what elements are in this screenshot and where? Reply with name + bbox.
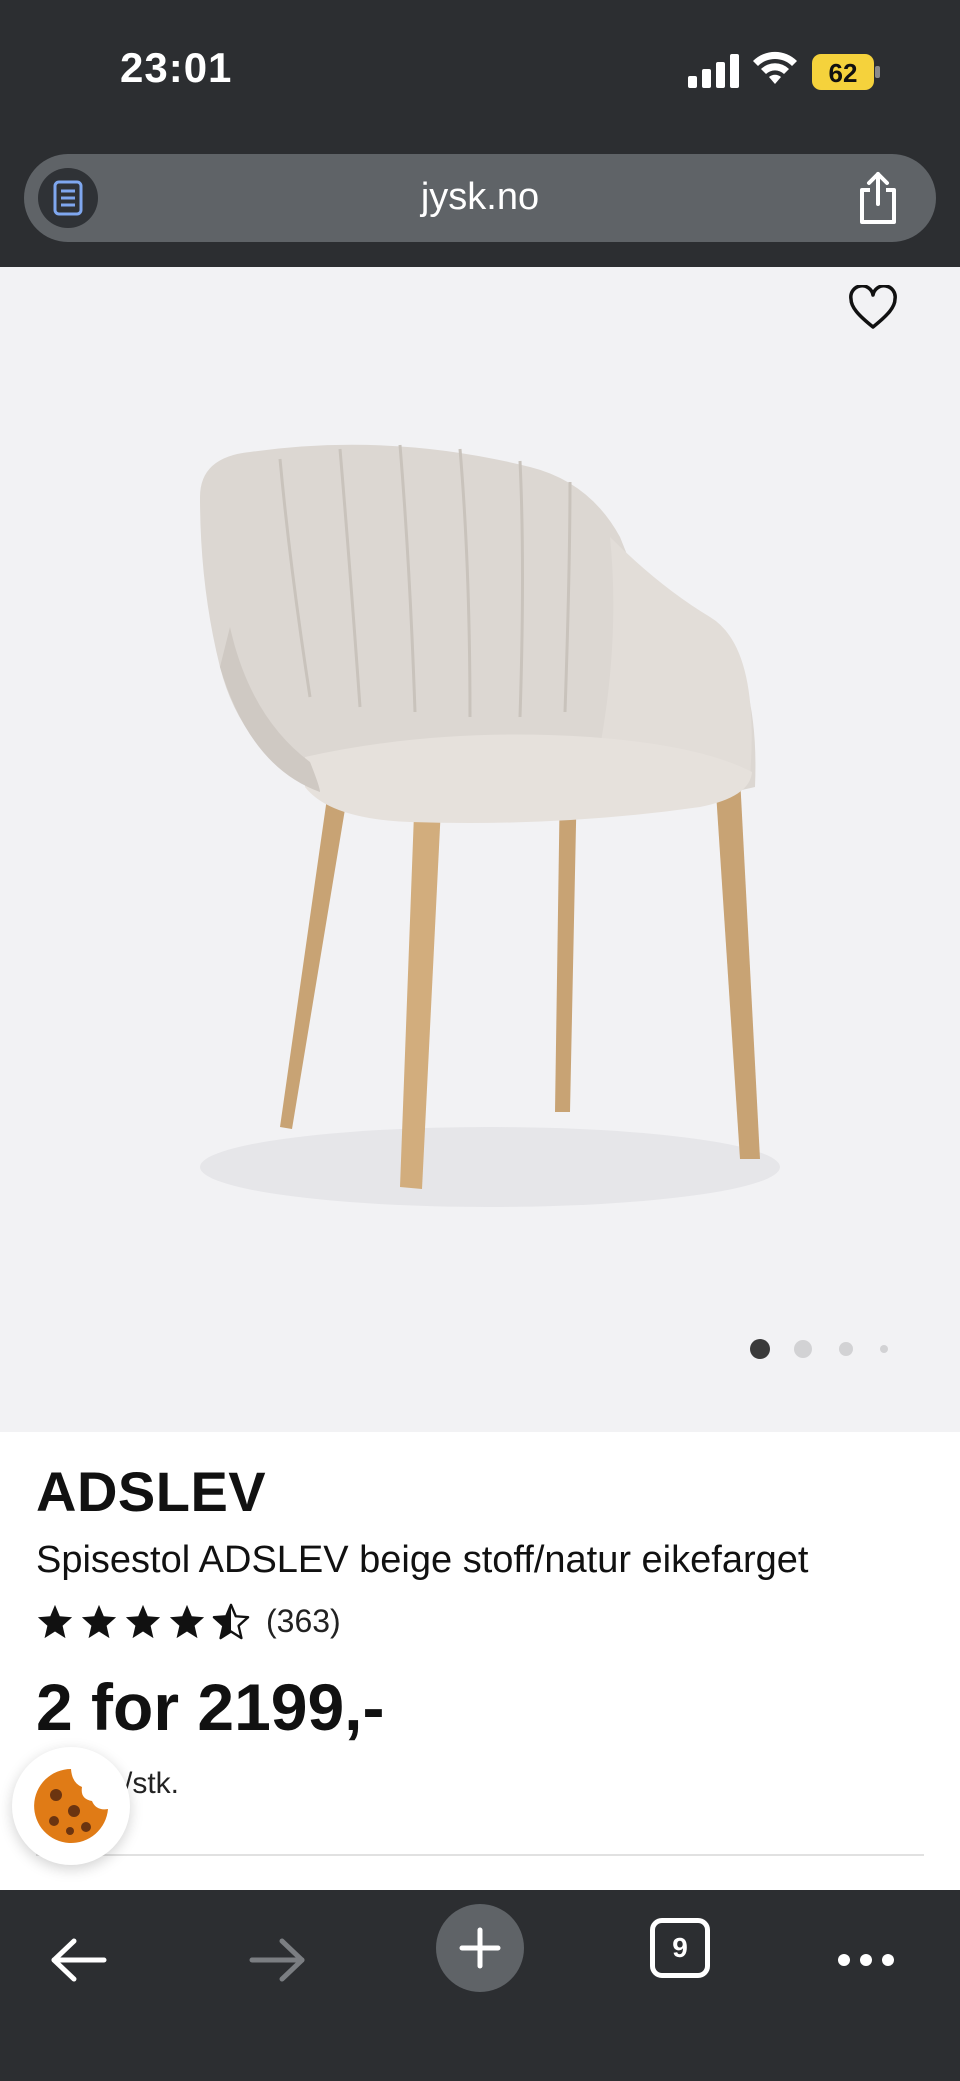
carousel-dot[interactable] [794,1340,812,1358]
back-icon [51,1938,107,1982]
share-icon[interactable] [854,170,902,226]
rating-stars [36,1602,250,1640]
carousel-dot[interactable] [750,1339,770,1359]
status-bar: 23:01 62 [0,0,960,140]
more-icon [838,1954,894,1966]
url-text[interactable]: jysk.no [24,176,936,219]
star-full-icon [125,1604,161,1639]
carousel-dot[interactable] [880,1345,888,1353]
carousel-dot[interactable] [839,1342,853,1356]
wifi-icon [753,51,797,84]
product-image-carousel[interactable] [0,267,960,1432]
star-full-icon [81,1604,117,1639]
page-content: ADSLEV Spisestol ADSLEV beige stoff/natu… [0,267,960,1890]
battery-icon: 62 [812,54,880,90]
cookie-icon [34,1769,109,1843]
battery-level: 62 [829,58,858,88]
signal-icon [688,54,739,88]
bottom-toolbar: 9 [0,1890,960,2081]
unit-price-text: /stk. [124,1767,180,1800]
cookie-consent-button[interactable] [12,1747,130,1865]
star-half-icon [212,1603,250,1640]
rating-count: (363) [266,1602,341,1639]
tabs-button[interactable]: 9 [650,1918,710,1978]
favorite-heart-icon[interactable] [848,285,898,331]
chair-product-image [200,444,780,1207]
star-full-icon [169,1604,205,1639]
product-description: Spisestol ADSLEV beige stoff/natur eikef… [36,1539,809,1581]
back-button[interactable] [28,1910,128,2010]
tab-count: 9 [672,1932,688,1963]
new-tab-button[interactable] [436,1904,524,1992]
product-price: 2 for 2199,- [36,1670,385,1744]
plus-icon [459,1927,501,1969]
product-rating[interactable]: (363) [36,1599,341,1643]
status-time: 23:01 [120,44,233,91]
more-button[interactable] [816,1910,916,2010]
address-bar[interactable]: jysk.no [24,154,936,242]
product-brand: ADSLEV [36,1460,267,1523]
divider [36,1854,924,1856]
carousel-dots [746,1337,896,1361]
star-full-icon [37,1604,73,1639]
forward-icon [249,1938,305,1982]
forward-button[interactable] [228,1910,328,2010]
